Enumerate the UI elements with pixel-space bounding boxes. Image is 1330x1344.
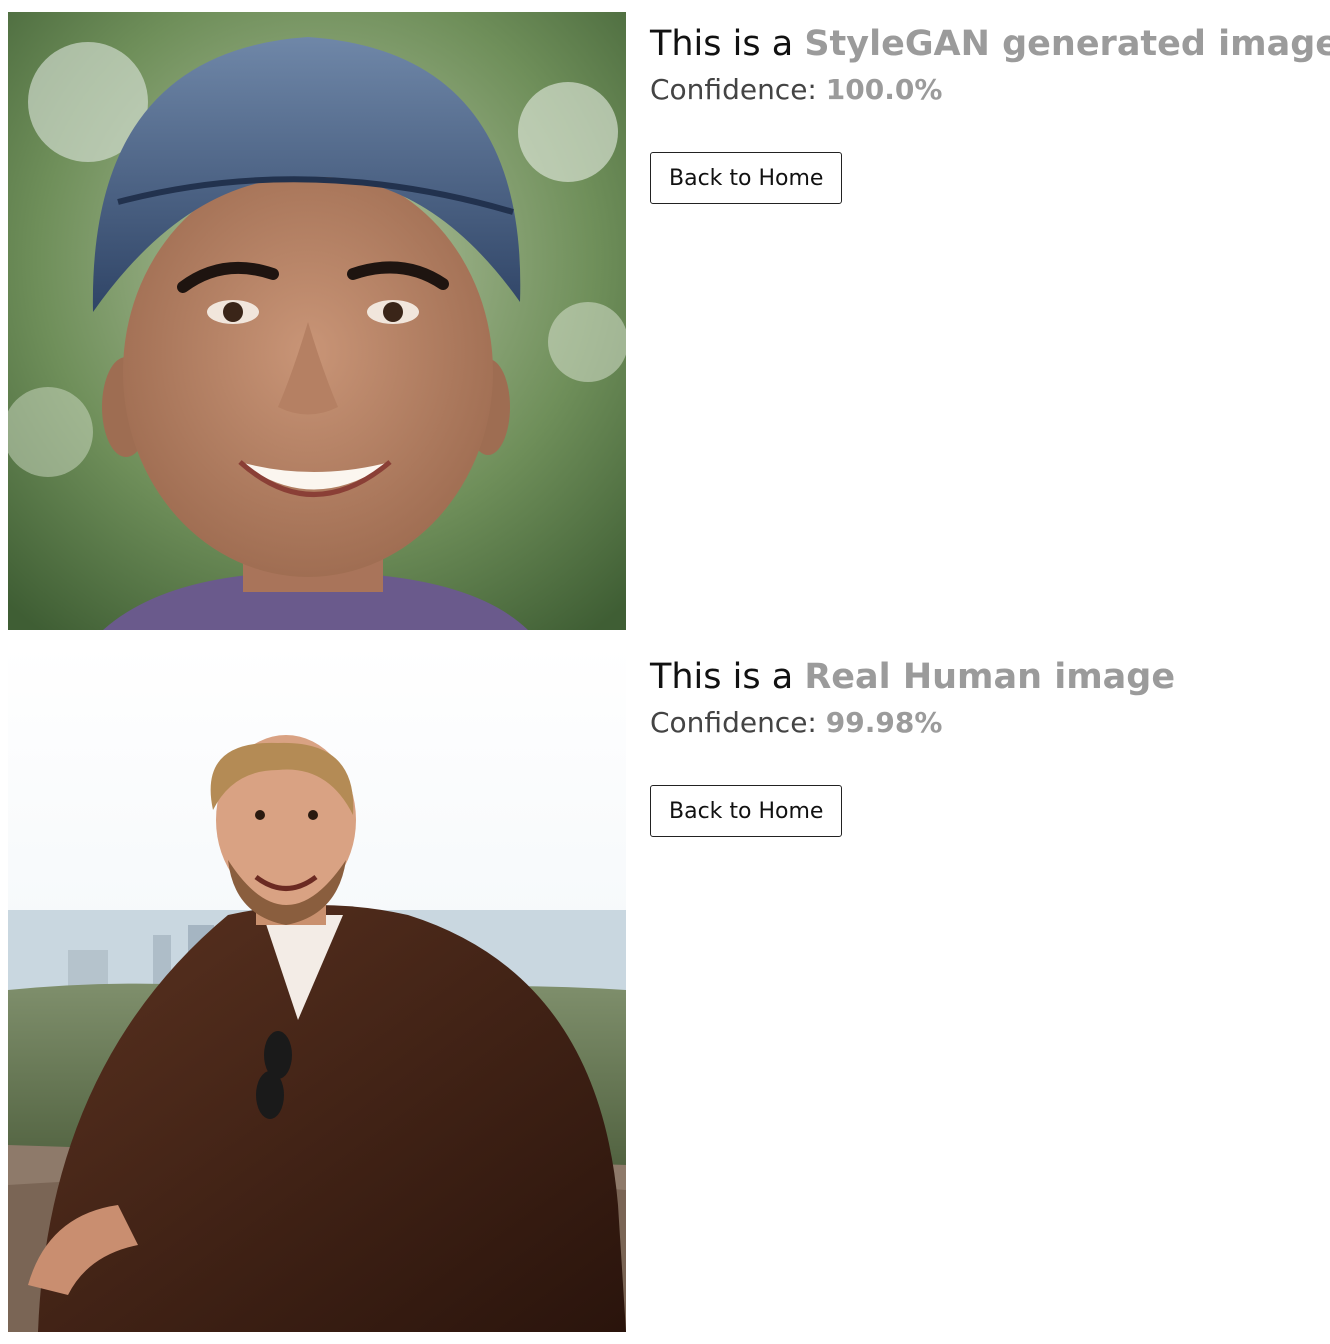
- headline-prefix: This is a: [650, 24, 794, 64]
- uploaded-photo-woman-cap: [8, 12, 626, 630]
- confidence-line: Confidence: 100.0%: [650, 70, 1330, 110]
- result-headline: This is a Real Human image: [650, 653, 1175, 701]
- verdict-text: Real Human image: [804, 657, 1176, 697]
- result-info: This is a StyleGAN generated image Confi…: [650, 12, 1330, 204]
- confidence-label: Confidence:: [650, 73, 817, 106]
- result-page: This is a StyleGAN generated image Confi…: [0, 0, 1330, 1344]
- result-card-stylegan: This is a StyleGAN generated image Confi…: [8, 12, 1330, 630]
- back-to-home-button[interactable]: Back to Home: [650, 152, 843, 204]
- result-info: This is a Real Human image Confidence: 9…: [650, 645, 1175, 837]
- result-card-real-human: This is a Real Human image Confidence: 9…: [8, 645, 1322, 1332]
- confidence-label: Confidence:: [650, 706, 817, 739]
- verdict-text: StyleGAN generated image: [804, 24, 1330, 64]
- headline-prefix: This is a: [650, 657, 794, 697]
- back-to-home-button[interactable]: Back to Home: [650, 785, 843, 837]
- confidence-value: 100.0%: [825, 73, 943, 106]
- uploaded-photo-man-jacket: [8, 645, 626, 1332]
- confidence-line: Confidence: 99.98%: [650, 703, 1175, 743]
- confidence-value: 99.98%: [825, 706, 943, 739]
- result-headline: This is a StyleGAN generated image: [650, 20, 1330, 68]
